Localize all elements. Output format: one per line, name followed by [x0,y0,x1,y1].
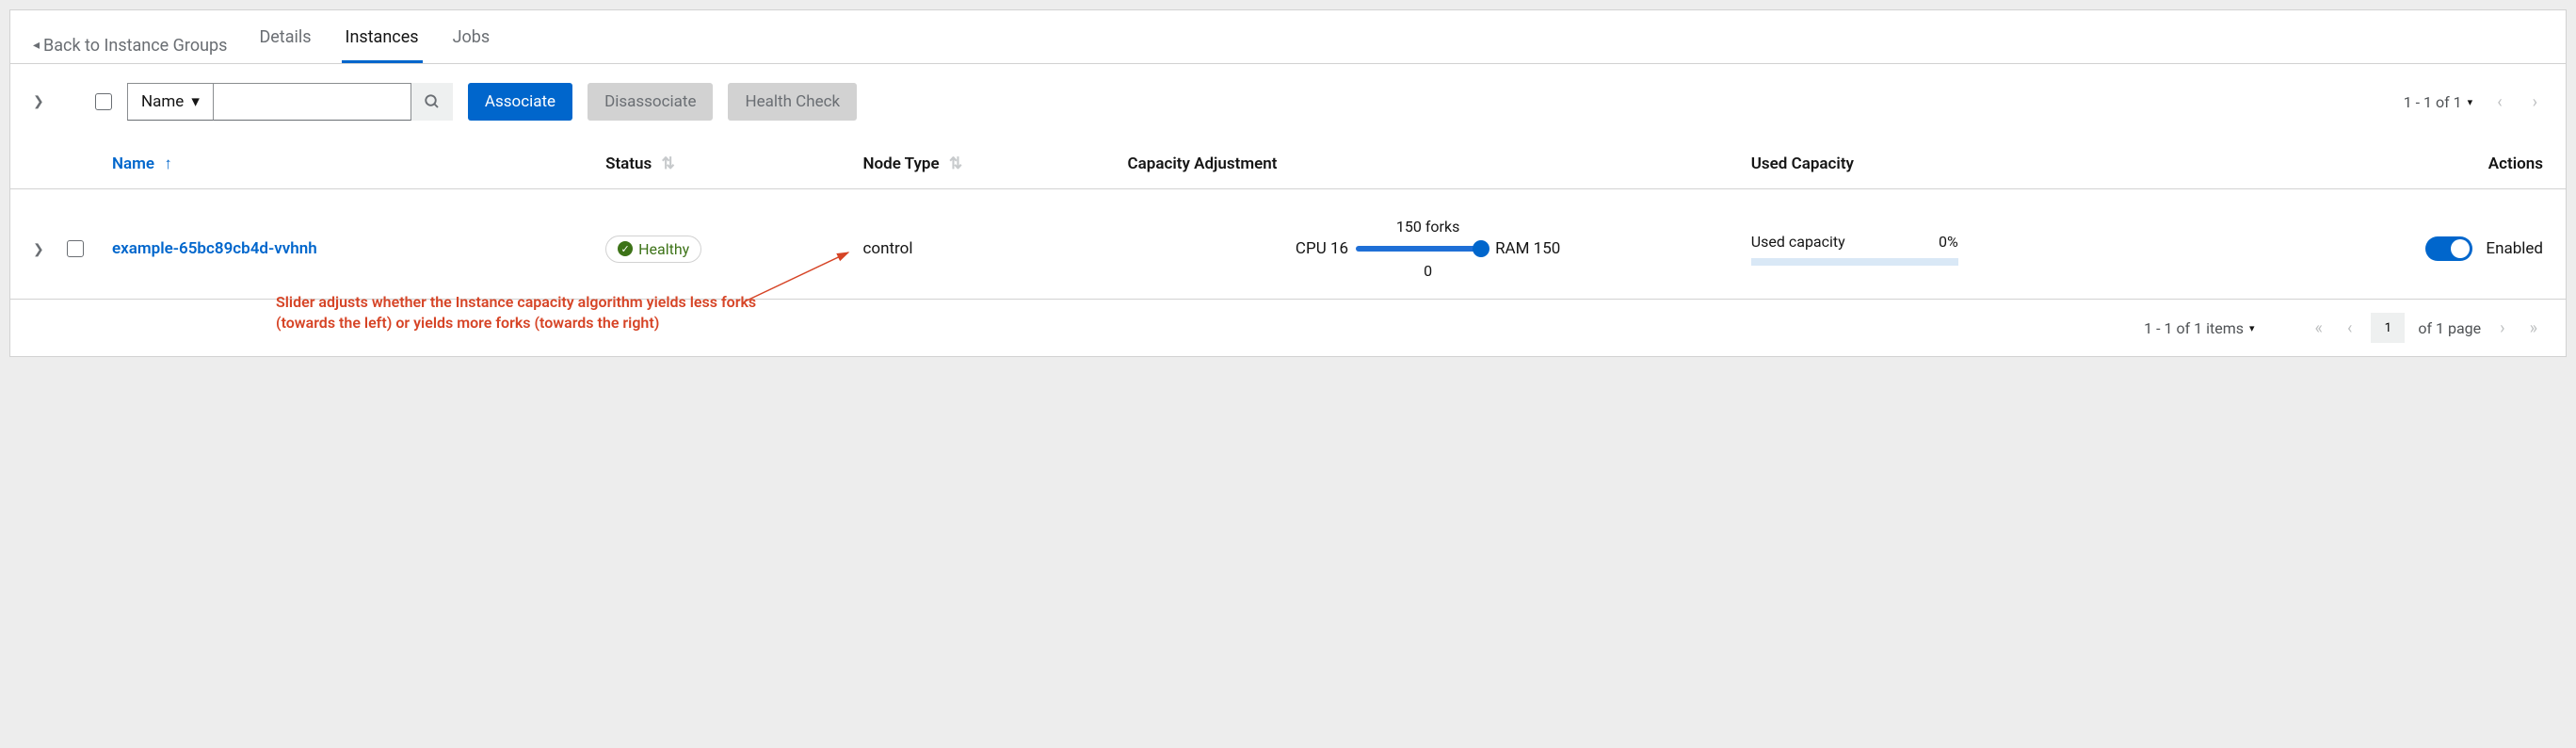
page-number-input[interactable] [2371,313,2405,343]
first-page[interactable]: « [2310,318,2328,338]
filter-field-label: Name [141,92,184,111]
toggle-knob-icon [2451,239,2470,258]
prev-page[interactable]: ‹ [2342,318,2358,338]
capacity-slider[interactable] [1356,246,1488,252]
select-all-checkbox[interactable] [95,93,112,110]
search-button[interactable] [411,83,453,121]
status-label: Healthy [638,240,689,258]
caret-down-icon: ▾ [2249,322,2255,334]
col-status[interactable]: Status ⇅ [594,139,851,189]
health-check-button[interactable]: Health Check [728,83,857,121]
check-circle-icon: ✓ [618,241,633,256]
prev-page-top[interactable]: ‹ [2491,92,2507,112]
bottom-items-label: 1 - 1 of 1 items [2144,319,2244,337]
capacity-cpu: CPU 16 [1296,239,1348,258]
col-capacity-adjustment: Capacity Adjustment [1117,139,1740,189]
top-range-label: 1 - 1 of 1 [2404,93,2462,111]
back-link-label: Back to Instance Groups [43,36,227,56]
col-used-capacity: Used Capacity [1740,139,2238,189]
search-icon [424,93,441,110]
used-capacity-label: Used capacity [1751,233,1845,251]
used-capacity-bar [1751,258,1958,266]
last-page[interactable]: » [2524,318,2543,338]
capacity-zero: 0 [1424,262,1432,280]
disassociate-button[interactable]: Disassociate [588,83,713,121]
expand-all-toggle[interactable]: ❯ [33,94,44,109]
sort-asc-icon: ↑ [164,154,172,173]
row-checkbox[interactable] [67,240,84,257]
node-type-value: control [852,189,1117,300]
of-page-label: of 1 page [2418,319,2481,337]
caret-down-icon: ▾ [2468,96,2473,108]
top-items-per-page[interactable]: 1 - 1 of 1 ▾ [2404,93,2473,111]
col-actions: Actions [2238,139,2566,189]
annotation-text: Slider adjusts whether the Instance capa… [276,292,765,334]
sort-icon: ⇅ [662,154,675,173]
col-node-type[interactable]: Node Type ⇅ [852,139,1117,189]
col-name[interactable]: Name ↑ [101,139,594,189]
filter-field-dropdown[interactable]: Name ▾ [127,83,214,121]
filter-input[interactable] [214,83,411,121]
bottom-items-per-page[interactable]: 1 - 1 of 1 items ▾ [2144,319,2254,337]
tab-details[interactable]: Details [255,27,314,63]
expand-row-toggle[interactable]: ❯ [33,242,44,257]
enabled-label: Enabled [2486,239,2543,258]
tab-jobs[interactable]: Jobs [449,27,494,63]
tab-instances[interactable]: Instances [342,27,423,63]
next-page-top[interactable]: › [2527,92,2543,112]
table-row: ❯ example-65bc89cb4d-vvhnh ✓ Healthy con… [10,189,2566,300]
status-badge: ✓ Healthy [605,236,701,263]
next-page[interactable]: › [2494,318,2510,338]
capacity-forks: 150 forks [1396,218,1459,236]
capacity-ram: RAM 150 [1495,239,1560,258]
caret-down-icon: ▾ [191,92,200,111]
back-link[interactable]: ◂ Back to Instance Groups [33,36,227,56]
sort-icon: ⇅ [949,154,962,173]
associate-button[interactable]: Associate [468,83,572,121]
slider-knob-icon [1473,240,1489,257]
instance-name-link[interactable]: example-65bc89cb4d-vvhnh [112,239,317,258]
enabled-toggle[interactable] [2425,236,2472,261]
caret-left-icon: ◂ [33,38,40,53]
used-capacity-pct: 0% [1939,233,1958,251]
